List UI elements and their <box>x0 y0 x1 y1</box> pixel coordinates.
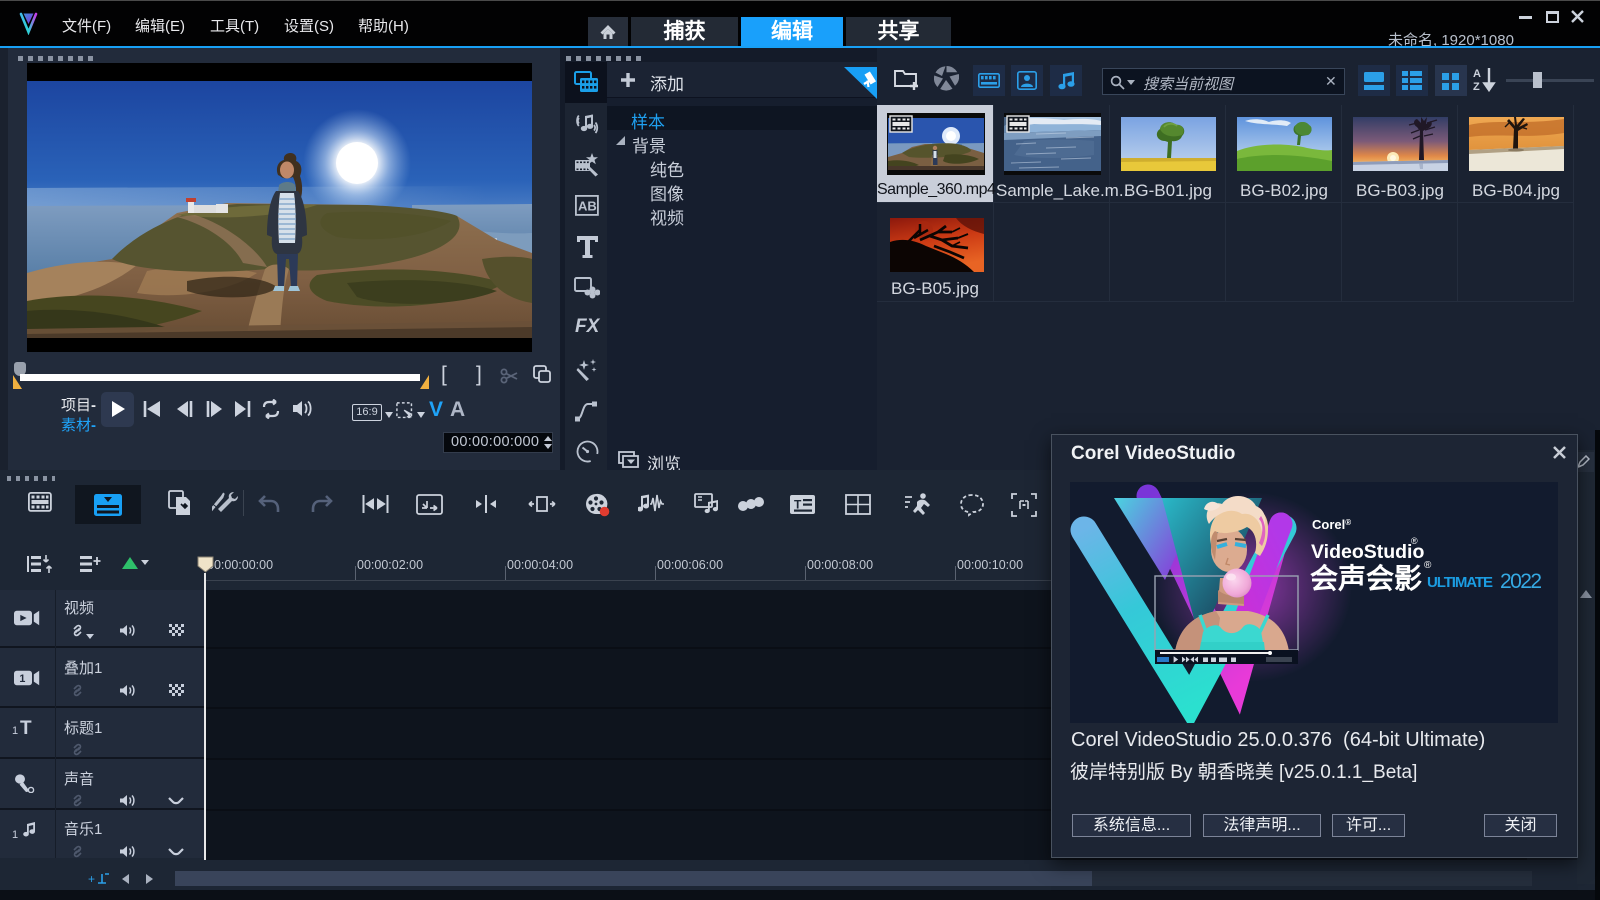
svg-text:T: T <box>794 498 802 512</box>
svg-text:1: 1 <box>19 673 25 685</box>
svg-text:Z: Z <box>1473 81 1480 92</box>
svg-text:VideoStudio: VideoStudio <box>1311 541 1424 563</box>
svg-text:AB: AB <box>578 199 597 214</box>
svg-text:2022: 2022 <box>1500 570 1542 593</box>
svg-text:+: + <box>88 872 95 886</box>
svg-text:ULTIMATE: ULTIMATE <box>1427 574 1493 591</box>
svg-text:A: A <box>1473 68 1481 80</box>
svg-text:®: ® <box>1411 536 1418 546</box>
svg-text:®: ® <box>1424 560 1432 571</box>
svg-text:会声会影: 会声会影 <box>1310 563 1422 594</box>
